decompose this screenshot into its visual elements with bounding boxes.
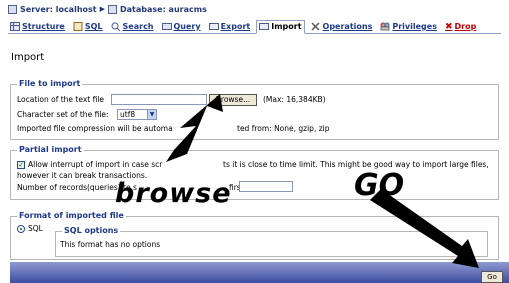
breadcrumb-database[interactable]: Database: auracms: [120, 5, 207, 14]
format-legend: Format of imported file: [17, 211, 126, 220]
structure-icon: [10, 22, 20, 31]
format-fieldset: Format of imported file SQL SQL options …: [10, 211, 499, 260]
tab-search-label: Search: [122, 22, 154, 31]
page-title: Import: [11, 52, 45, 63]
partial-import-legend: Partial import: [17, 145, 84, 154]
tab-operations-label: Operations: [322, 22, 373, 31]
bottom-bar: [10, 262, 509, 283]
tab-export[interactable]: Export: [207, 21, 253, 33]
sql-options-text: This format has no options: [60, 240, 161, 249]
browse-annotation: browse: [115, 178, 232, 209]
charset-label: Character set of the file:: [17, 110, 109, 119]
tab-structure-label: Structure: [22, 22, 65, 31]
tab-privileges[interactable]: Privileges: [378, 21, 439, 33]
charset-value: utf8: [120, 110, 136, 119]
chevron-down-icon: ▼: [147, 110, 156, 119]
search-icon: [111, 22, 121, 32]
compression-text-right: ted from: None, gzip, zip: [237, 124, 330, 133]
tab-import[interactable]: Import: [256, 20, 305, 34]
charset-select[interactable]: utf8 ▼: [117, 109, 157, 120]
tab-import-label: Import: [271, 22, 302, 31]
sql-radio-row: SQL: [17, 224, 43, 233]
tab-query-label: Query: [173, 22, 201, 31]
location-label: Location of the text file: [17, 95, 105, 104]
partial-import-fieldset: Partial import ✓ Allow interrupt of impor…: [10, 145, 499, 200]
drop-icon: ✖: [444, 22, 453, 32]
tab-query[interactable]: Query: [160, 21, 203, 33]
sql-icon: [73, 22, 83, 31]
file-path-input[interactable]: [111, 94, 207, 105]
tab-drop[interactable]: ✖ Drop: [443, 21, 478, 33]
tab-search[interactable]: Search: [109, 21, 156, 33]
tab-export-label: Export: [220, 22, 251, 31]
privileges-icon: [380, 22, 390, 31]
max-size-text: (Max: 16,384KB): [263, 95, 326, 104]
sql-options-legend: SQL options: [62, 226, 121, 235]
file-to-import-fieldset: File to import Location of the text file…: [10, 79, 499, 140]
go-button[interactable]: Go: [481, 271, 503, 283]
records-skip-input[interactable]: [239, 181, 293, 192]
sql-radio[interactable]: [17, 225, 25, 233]
allow-interrupt-text-left: Allow interrupt of import in case scr: [28, 160, 163, 169]
allow-interrupt-checkbox[interactable]: ✓: [17, 161, 25, 169]
database-icon: [108, 4, 117, 14]
breadcrumb-server[interactable]: Server: localhost: [20, 5, 97, 14]
export-icon: [208, 22, 219, 31]
compression-text-left: Imported file compression will be automa: [17, 124, 173, 133]
query-icon: [161, 22, 172, 31]
tab-drop-label: Drop: [454, 22, 477, 31]
tab-operations[interactable]: Operations: [309, 21, 375, 33]
import-icon: [259, 22, 270, 31]
tab-bar: Structure SQL Search Query Export Import…: [8, 17, 501, 34]
tab-sql-label: SQL: [84, 22, 103, 31]
allow-interrupt-row: ✓ Allow interrupt of import in case scr: [17, 160, 162, 169]
tab-sql[interactable]: SQL: [71, 21, 105, 33]
sql-options-fieldset: SQL options This format has no options: [55, 226, 488, 257]
file-to-import-legend: File to import: [17, 79, 83, 88]
tab-structure[interactable]: Structure: [8, 21, 67, 33]
browse-button[interactable]: Browse...: [209, 94, 257, 106]
sql-radio-label: SQL: [28, 224, 43, 233]
breadcrumb: Server: localhost ▶ Database: auracms: [8, 3, 207, 15]
go-annotation: GO: [354, 168, 405, 203]
breadcrumb-separator-icon: ▶: [99, 5, 105, 13]
operations-icon: [311, 22, 321, 31]
server-icon: [8, 4, 17, 14]
tab-privileges-label: Privileges: [392, 22, 437, 31]
